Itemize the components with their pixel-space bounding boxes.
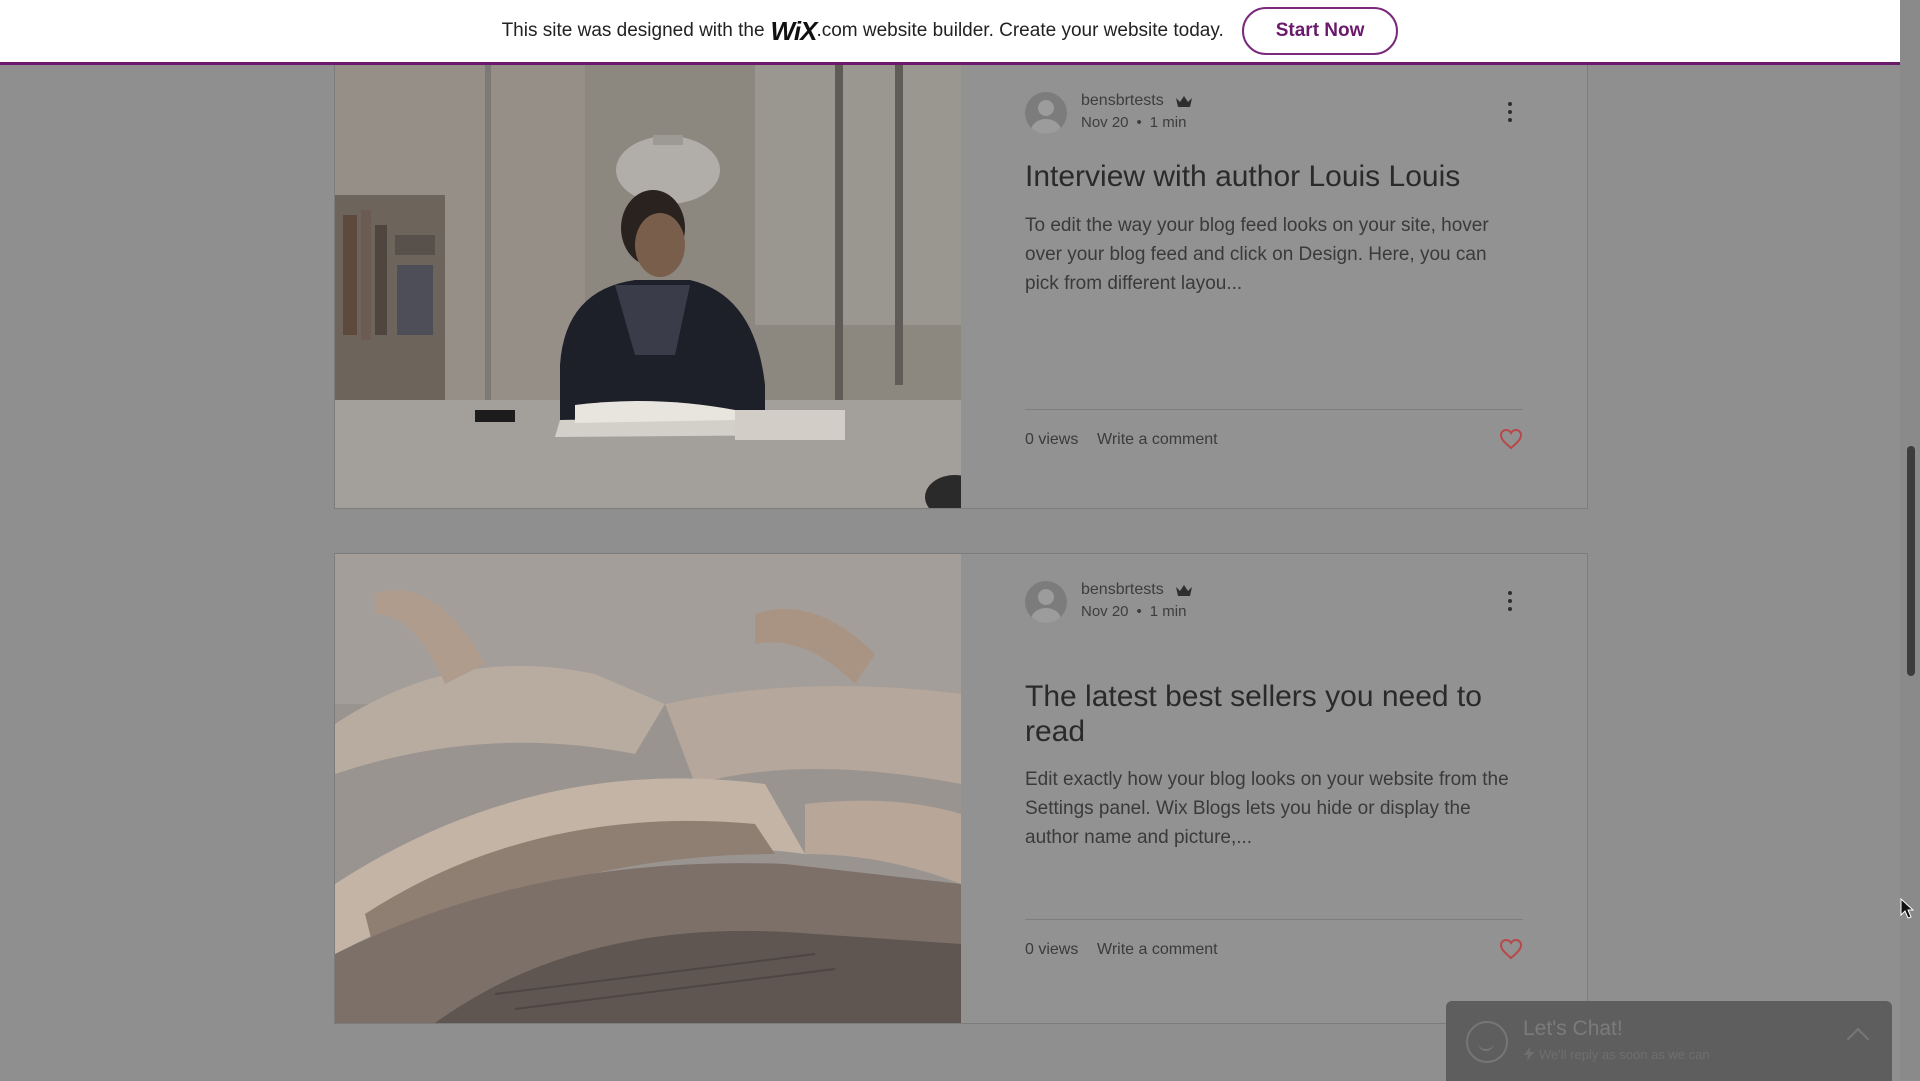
- post-title[interactable]: Interview with author Louis Louis: [1025, 159, 1523, 194]
- banner-text-after: .com website builder. Create your websit…: [816, 20, 1224, 41]
- post-read-time: 1 min: [1149, 603, 1187, 620]
- post-card[interactable]: bensbrtests Nov 20 • 1 min The latest best…: [334, 553, 1588, 1024]
- post-views: 0 views: [1025, 941, 1079, 958]
- blog-feed: bensbrtests Nov 20 • 1 min Interview with …: [0, 65, 1900, 1080]
- banner-message: This site was designed with the WiX .com …: [502, 16, 1224, 47]
- post-content: bensbrtests Nov 20 • 1 min Interview with …: [1025, 65, 1523, 508]
- man-reading-image: [335, 65, 961, 508]
- chat-subtitle-text: We'll reply as soon as we can: [1539, 1047, 1710, 1062]
- write-comment-link[interactable]: Write a comment: [1097, 941, 1218, 959]
- start-now-button[interactable]: Start Now: [1241, 7, 1399, 55]
- author-name[interactable]: bensbrtests: [1081, 581, 1164, 599]
- meta-separator: •: [1136, 603, 1142, 620]
- bolt-icon: [1524, 1047, 1534, 1061]
- write-comment-link[interactable]: Write a comment: [1097, 431, 1218, 449]
- post-footer: 0 views Write a comment: [1025, 409, 1523, 466]
- more-vertical-icon[interactable]: [1507, 102, 1513, 124]
- post-date: Nov 20: [1081, 603, 1129, 620]
- heart-icon[interactable]: [1499, 938, 1523, 960]
- post-author-row: bensbrtests Nov 20 • 1 min: [1025, 581, 1523, 625]
- post-author-row: bensbrtests Nov 20 • 1 min: [1025, 92, 1523, 136]
- author-avatar[interactable]: [1025, 581, 1067, 623]
- post-excerpt[interactable]: To edit the way your blog feed looks on …: [1025, 211, 1523, 298]
- more-vertical-icon[interactable]: [1507, 591, 1513, 613]
- chat-widget[interactable]: Let's Chat! We'll reply as soon as we ca…: [1446, 1001, 1892, 1081]
- open-books-image: [335, 554, 961, 1023]
- meta-separator: •: [1136, 114, 1142, 131]
- author-avatar[interactable]: [1025, 92, 1067, 134]
- heart-icon[interactable]: [1499, 428, 1523, 450]
- wix-promo-banner: This site was designed with the WiX .com …: [0, 0, 1900, 65]
- crown-icon: [1176, 585, 1192, 596]
- post-content: bensbrtests Nov 20 • 1 min The latest best…: [1025, 554, 1523, 1023]
- post-meta: Nov 20 • 1 min: [1081, 114, 1186, 131]
- banner-text-before: This site was designed with the: [501, 20, 765, 41]
- crown-icon: [1176, 96, 1192, 107]
- post-image[interactable]: [335, 554, 961, 1023]
- chat-title: Let's Chat!: [1523, 1017, 1623, 1040]
- chat-subtitle: We'll reply as soon as we can: [1523, 1047, 1710, 1062]
- scrollbar-thumb[interactable]: [1907, 446, 1915, 676]
- post-date: Nov 20: [1081, 114, 1129, 131]
- post-excerpt[interactable]: Edit exactly how your blog looks on your…: [1025, 765, 1523, 852]
- wix-logo: WiX: [770, 15, 818, 46]
- mouse-cursor-icon: [1900, 898, 1914, 919]
- post-card[interactable]: bensbrtests Nov 20 • 1 min Interview with …: [334, 65, 1588, 509]
- author-name[interactable]: bensbrtests: [1081, 92, 1164, 110]
- post-title[interactable]: The latest best sellers you need to read: [1025, 679, 1523, 749]
- post-footer: 0 views Write a comment: [1025, 919, 1523, 976]
- post-meta: Nov 20 • 1 min: [1081, 603, 1186, 620]
- post-image[interactable]: [335, 65, 961, 508]
- chevron-up-icon[interactable]: [1846, 1027, 1870, 1051]
- chat-avatar-icon: [1466, 1021, 1508, 1063]
- post-views: 0 views: [1025, 431, 1079, 448]
- post-read-time: 1 min: [1149, 114, 1187, 131]
